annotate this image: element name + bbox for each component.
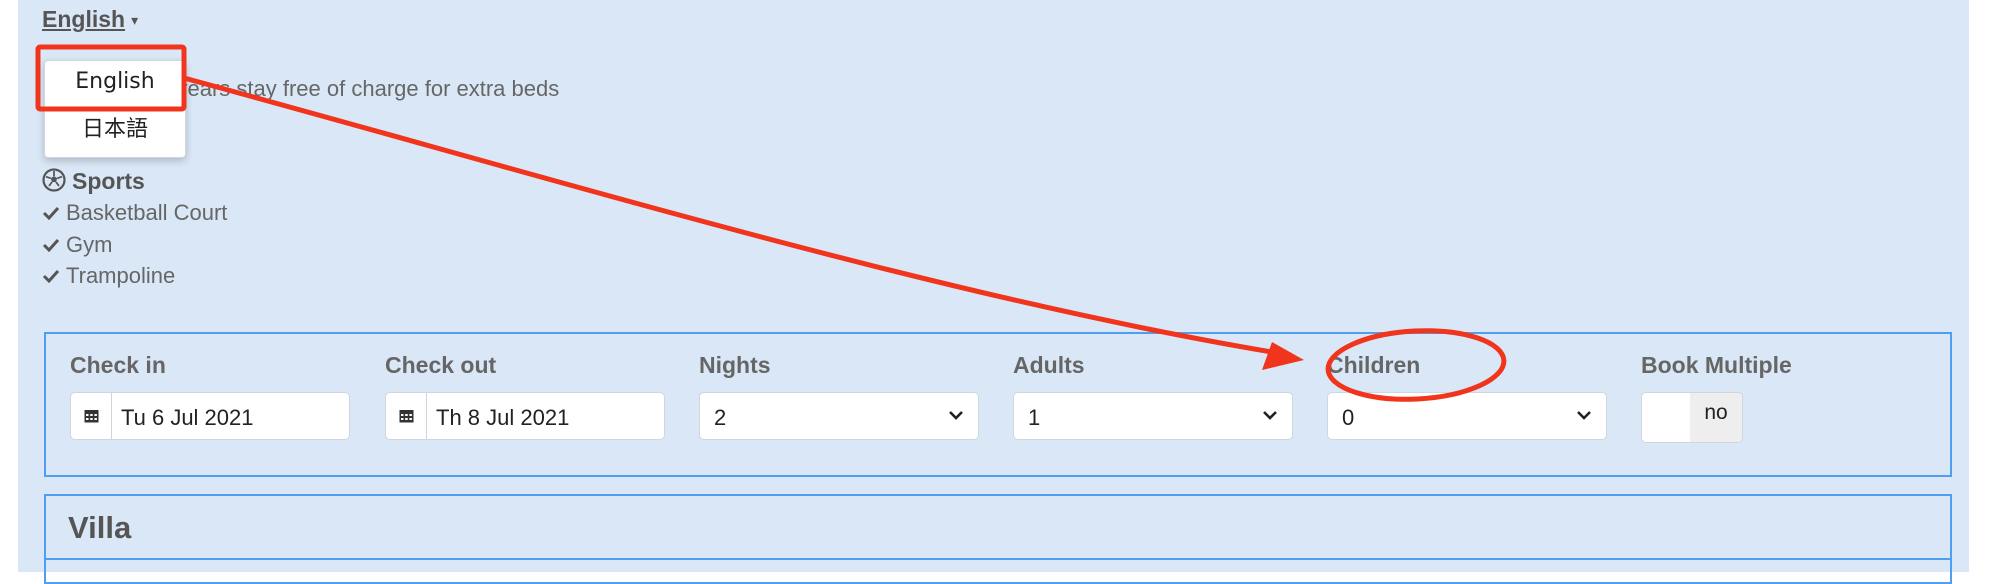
sport-item: Gym (42, 232, 112, 258)
villa-section (44, 494, 1952, 584)
sport-item-label: Trampoline (66, 263, 176, 288)
calendar-icon (71, 393, 112, 439)
adults-select[interactable]: 1 (1013, 392, 1293, 440)
nights-value: 2 (714, 405, 727, 430)
adults-label: Adults (1013, 352, 1085, 378)
soccer-ball-icon (42, 168, 66, 192)
language-option-english[interactable]: English (45, 69, 185, 94)
toggle-state-label: no (1690, 393, 1742, 442)
chevron-down-icon (1577, 411, 1591, 420)
check-icon (42, 206, 60, 220)
caret-down-icon: ▾ (131, 12, 139, 28)
check-icon (42, 238, 60, 252)
calendar-icon (386, 393, 427, 439)
villa-divider (46, 558, 1950, 560)
sports-title: Sports (72, 168, 145, 194)
language-current-label: English (42, 6, 126, 32)
chevron-down-icon (949, 411, 963, 420)
nights-select[interactable]: 2 (699, 392, 979, 440)
children-value: 0 (1342, 405, 1355, 430)
language-option-japanese[interactable]: 日本語 (45, 111, 185, 143)
adults-value: 1 (1028, 405, 1041, 430)
children-select[interactable]: 0 (1327, 392, 1607, 440)
check-out-field[interactable]: Th 8 Jul 2021 (385, 392, 665, 440)
check-in-value: Tu 6 Jul 2021 (121, 405, 254, 430)
nights-label: Nights (699, 352, 771, 378)
check-in-field[interactable]: Tu 6 Jul 2021 (70, 392, 350, 440)
check-in-label: Check in (70, 352, 166, 378)
check-out-value: Th 8 Jul 2021 (436, 405, 570, 430)
check-out-label: Check out (385, 352, 497, 378)
sport-item: Trampoline (42, 263, 175, 289)
villa-title: Villa (68, 510, 132, 545)
chevron-down-icon (1263, 411, 1277, 420)
book-multiple-toggle[interactable]: no (1641, 392, 1743, 443)
language-dropdown-toggle[interactable]: English ▾ (42, 6, 138, 33)
children-label: Children (1327, 352, 1421, 378)
language-menu: English 日本語 (44, 60, 186, 158)
book-multiple-label: Book Multiple (1641, 352, 1792, 378)
sport-item-label: Gym (66, 232, 113, 257)
check-icon (42, 269, 60, 283)
sports-heading: Sports (42, 168, 145, 195)
sport-item: Basketball Court (42, 200, 227, 226)
sport-item-label: Basketball Court (66, 200, 228, 225)
